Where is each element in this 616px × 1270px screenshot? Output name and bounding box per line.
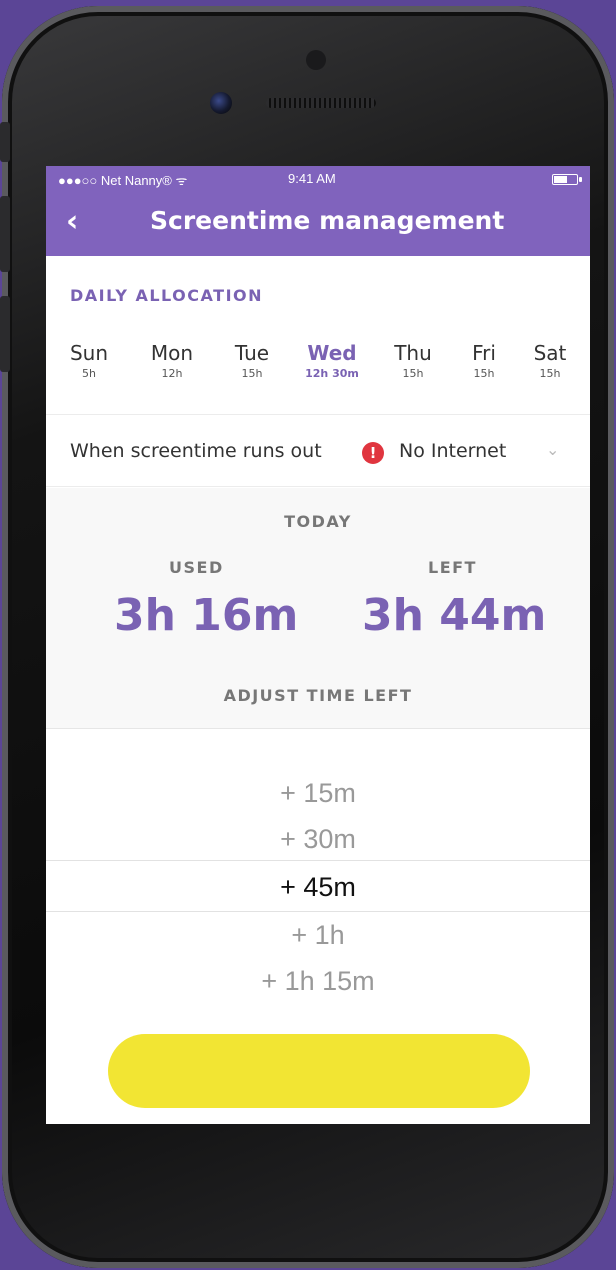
alert-icon: ! xyxy=(362,442,384,464)
picker-option[interactable]: + 1h xyxy=(46,920,590,951)
day-sun[interactable]: Sun 5h xyxy=(54,341,124,380)
chevron-down-icon[interactable]: ⌄ xyxy=(546,440,559,459)
daily-allocation-label: DAILY ALLOCATION xyxy=(70,286,264,305)
phone-frame: ●●●○○ Net Nanny® ᯤ 9:41 AM ‹ Screentime … xyxy=(0,6,614,1268)
divider xyxy=(46,486,590,487)
status-time: 9:41 AM xyxy=(288,171,336,186)
app-screen: ●●●○○ Net Nanny® ᯤ 9:41 AM ‹ Screentime … xyxy=(46,166,590,1124)
page-title: Screentime management xyxy=(150,206,505,235)
used-value: 3h 16m xyxy=(114,590,299,641)
left-label: LEFT xyxy=(428,558,477,577)
runout-setting-row[interactable]: When screentime runs out ! No Internet ⌄ xyxy=(46,416,590,486)
day-thu[interactable]: Thu 15h xyxy=(378,341,448,380)
picker-option[interactable]: + 1h 15m xyxy=(46,966,590,997)
day-wed[interactable]: Wed 12h 30m xyxy=(297,341,367,380)
front-camera xyxy=(210,92,232,114)
divider xyxy=(46,728,590,729)
runout-value: No Internet xyxy=(399,440,507,462)
day-sat[interactable]: Sat 15h xyxy=(515,341,585,380)
earpiece-speaker xyxy=(266,98,376,108)
day-selector: Sun 5h Mon 12h Tue 15h Wed 12h 30m Thu 1… xyxy=(46,341,590,401)
status-bar: ●●●○○ Net Nanny® ᯤ 9:41 AM xyxy=(46,166,590,192)
app-header: ●●●○○ Net Nanny® ᯤ 9:41 AM ‹ Screentime … xyxy=(46,166,590,256)
back-button[interactable]: ‹ xyxy=(66,204,78,239)
picker-option[interactable]: + 15m xyxy=(46,778,590,809)
carrier-label: ●●●○○ Net Nanny® ᯤ xyxy=(58,173,188,188)
volume-down-button xyxy=(0,296,10,372)
battery-icon xyxy=(552,174,582,185)
day-tue[interactable]: Tue 15h xyxy=(217,341,287,380)
divider xyxy=(46,414,590,415)
left-value: 3h 44m xyxy=(362,590,547,641)
adjust-time-label: ADJUST TIME LEFT xyxy=(223,686,413,705)
day-mon[interactable]: Mon 12h xyxy=(137,341,207,380)
confirm-button[interactable] xyxy=(108,1034,530,1108)
used-label: USED xyxy=(169,558,224,577)
proximity-sensor xyxy=(306,50,326,70)
mute-switch xyxy=(0,122,10,162)
runout-label: When screentime runs out xyxy=(70,440,322,462)
picker-option-selected[interactable]: + 45m xyxy=(46,872,590,903)
today-label: TODAY xyxy=(284,512,352,531)
day-fri[interactable]: Fri 15h xyxy=(449,341,519,380)
volume-up-button xyxy=(0,196,10,272)
picker-option[interactable]: + 30m xyxy=(46,824,590,855)
